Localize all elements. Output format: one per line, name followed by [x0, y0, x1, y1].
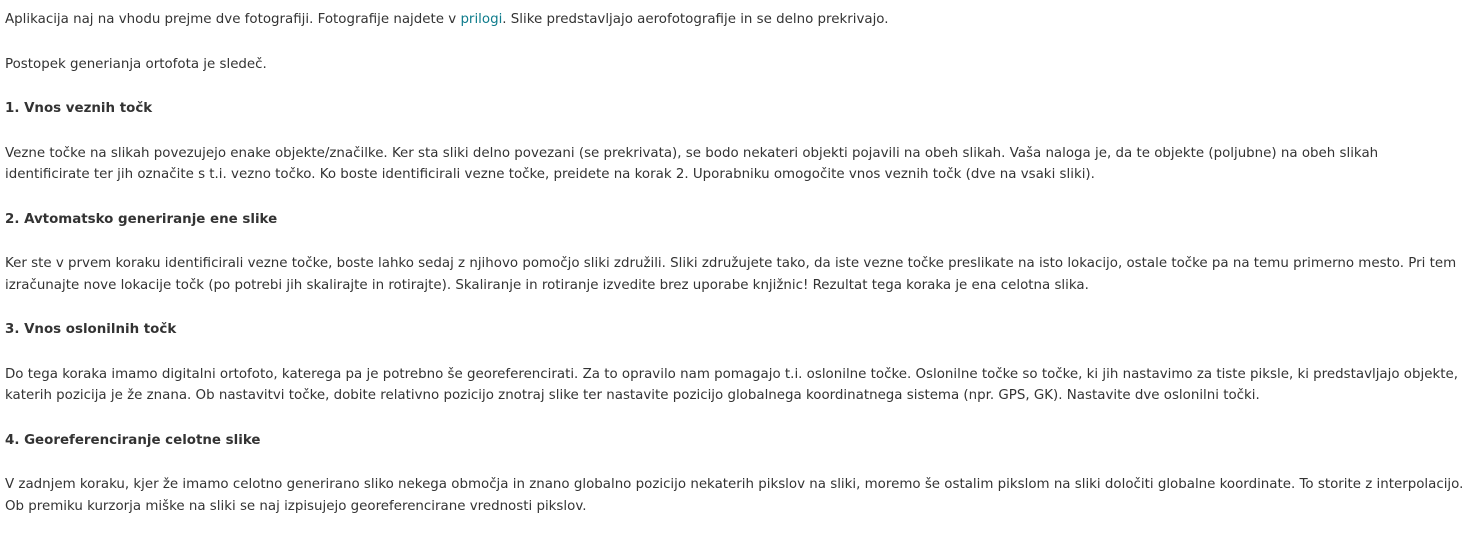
assignment-content: Aplikacija naj na vhodu prejme dve fotog… [5, 9, 1467, 540]
intro-paragraph: Aplikacija naj na vhodu prejme dve fotog… [5, 9, 1467, 31]
section-heading-image-generation: 2. Avtomatsko generiranje ene slike [5, 211, 278, 227]
intro-text-after: . Slike predstavljajo aerofotografije in… [502, 12, 889, 27]
section-body-image-generation: Ker ste v prvem koraku identificirali ve… [5, 256, 1457, 293]
section-body-control-points: Do tega koraka imamo digitalni ortofoto,… [5, 366, 1458, 404]
attachment-link[interactable]: prilogi [460, 12, 502, 27]
procedure-intro: Postopek generianja ortofota je sledeč. [5, 56, 267, 72]
section-heading-control-points: 3. Vnos oslonilnih točk [5, 322, 177, 337]
section-body-georeferencing: V zadnjem koraku, kjer že imamo celotno … [5, 477, 1464, 514]
section-body-tie-points: Vezne točke na slikah povezujejo enake o… [5, 145, 1379, 183]
intro-text-before: Aplikacija naj na vhodu prejme dve fotog… [5, 12, 461, 27]
section-heading-georeferencing: 4. Georeferenciranje celotne slike [5, 432, 261, 448]
section-heading-tie-points: 1. Vnos veznih točk [5, 101, 153, 116]
